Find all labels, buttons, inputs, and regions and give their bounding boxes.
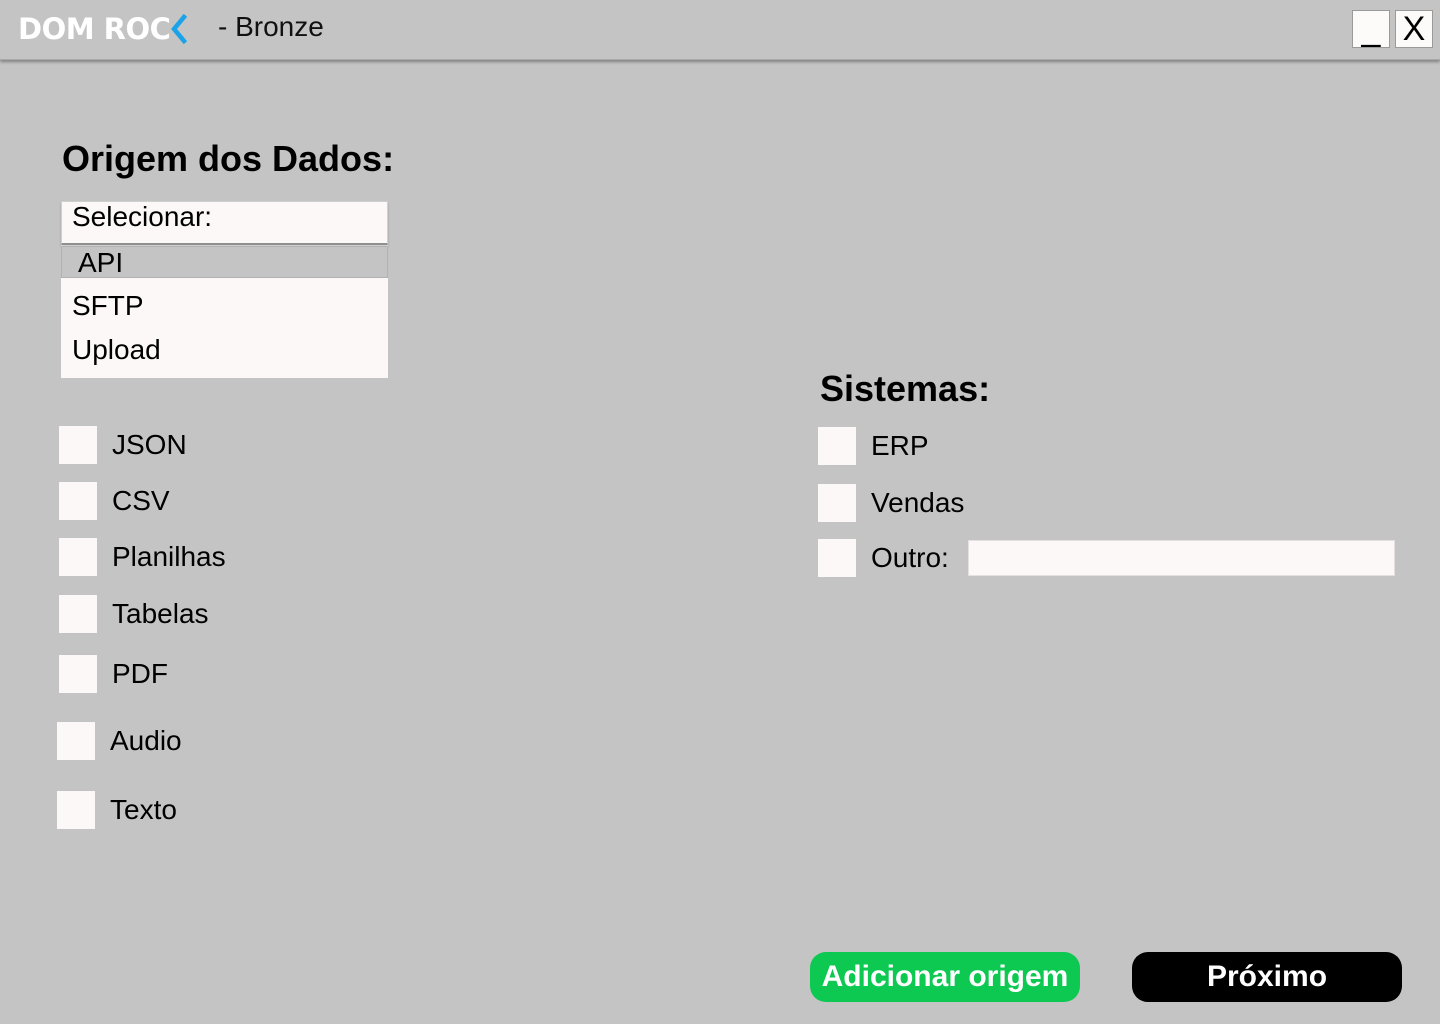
pdf-checkbox-label: PDF [112, 658, 168, 689]
checkbox-row-outro[interactable]: Outro: [818, 539, 949, 577]
audio-checkbox[interactable] [57, 722, 95, 760]
dom-rock-logo: DOM ROC [18, 12, 188, 46]
outro-checkbox-label: Outro: [871, 542, 949, 573]
tabelas-checkbox-label: Tabelas [112, 598, 209, 629]
checkbox-row-tabelas[interactable]: Tabelas [59, 595, 209, 633]
checkbox-row-vendas[interactable]: Vendas [818, 484, 964, 522]
window-title: - Bronze [218, 11, 324, 42]
origem-dos-dados-heading: Origem dos Dados: [62, 138, 395, 179]
json-checkbox-label: JSON [112, 429, 187, 460]
planilhas-checkbox-label: Planilhas [112, 541, 226, 572]
logo-accent-icon [171, 14, 188, 44]
origem-select-list[interactable]: Selecionar: API SFTP Upload [61, 201, 388, 378]
texto-checkbox[interactable] [57, 791, 95, 829]
checkbox-row-texto[interactable]: Texto [57, 791, 177, 829]
checkbox-row-audio[interactable]: Audio [57, 722, 182, 760]
close-button[interactable]: X [1395, 10, 1433, 48]
pdf-checkbox[interactable] [59, 655, 97, 693]
vendas-checkbox-label: Vendas [871, 487, 965, 518]
select-option-upload[interactable]: Upload [61, 334, 388, 366]
json-checkbox[interactable] [59, 426, 97, 464]
proximo-button[interactable]: Próximo [1132, 952, 1402, 1002]
planilhas-checkbox[interactable] [59, 538, 97, 576]
sistemas-heading: Sistemas: [820, 368, 991, 409]
minimize-button[interactable]: _ [1352, 10, 1390, 48]
texto-checkbox-label: Texto [110, 794, 177, 825]
audio-checkbox-label: Audio [110, 725, 182, 756]
csv-checkbox[interactable] [59, 482, 97, 520]
checkbox-row-pdf[interactable]: PDF [59, 655, 168, 693]
checkbox-row-planilhas[interactable]: Planilhas [59, 538, 226, 576]
erp-checkbox[interactable] [818, 427, 856, 465]
csv-checkbox-label: CSV [112, 485, 170, 516]
checkbox-row-erp[interactable]: ERP [818, 427, 929, 465]
select-option-api[interactable]: API [61, 246, 388, 278]
tabelas-checkbox[interactable] [59, 595, 97, 633]
select-option-sftp[interactable]: SFTP [61, 290, 388, 322]
adicionar-origem-button[interactable]: Adicionar origem [810, 952, 1080, 1002]
outro-text-input[interactable] [968, 540, 1395, 576]
title-bar: DOM ROC - Bronze _ X [0, 0, 1440, 60]
checkbox-row-csv[interactable]: CSV [59, 482, 170, 520]
origem-select-placeholder[interactable]: Selecionar: [61, 201, 388, 245]
outro-checkbox[interactable] [818, 539, 856, 577]
vendas-checkbox[interactable] [818, 484, 856, 522]
logo-text: DOM ROC [18, 12, 171, 46]
checkbox-row-json[interactable]: JSON [59, 426, 187, 464]
erp-checkbox-label: ERP [871, 430, 929, 461]
